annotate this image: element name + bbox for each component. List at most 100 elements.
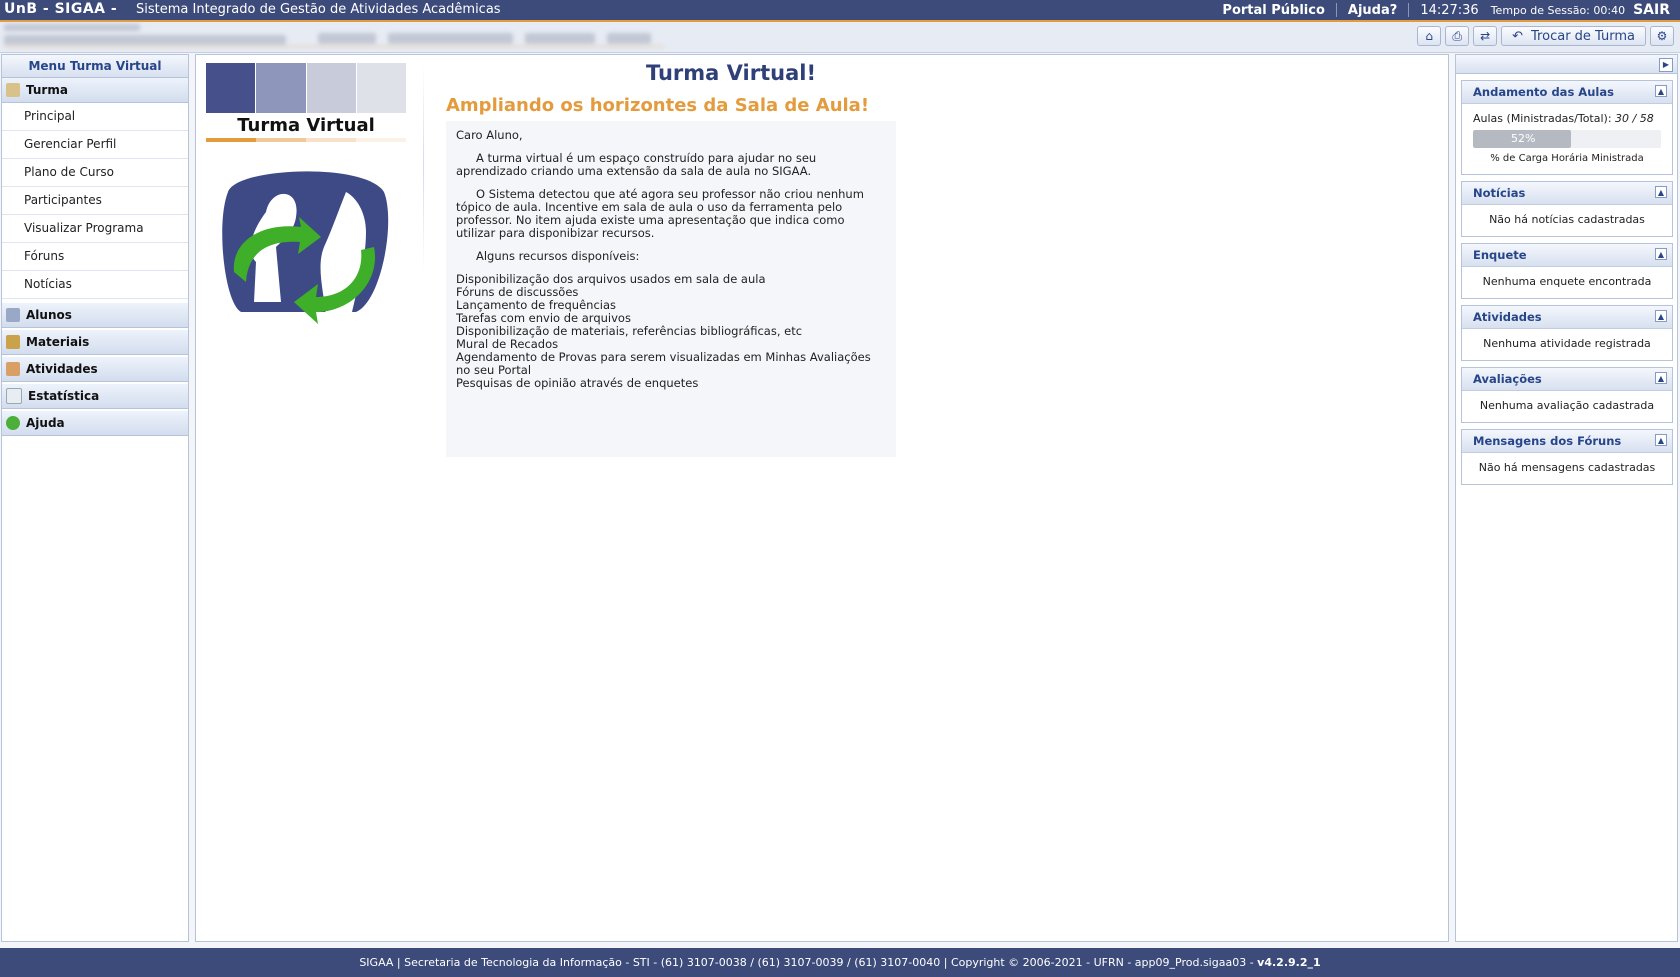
redacted-text	[525, 33, 595, 44]
trocar-turma-button[interactable]: ↶ Trocar de Turma	[1501, 26, 1646, 46]
panel-body: Aulas (Ministradas/Total): 30 / 58 52% %…	[1462, 104, 1672, 174]
progress-bar: 52%	[1473, 130, 1661, 148]
students-icon	[6, 308, 20, 322]
gear-icon: ⚙	[1656, 29, 1668, 43]
list-item: Pesquisas de opinião através de enquetes	[456, 376, 699, 390]
clock: 14:27:36	[1420, 2, 1479, 18]
divider	[1335, 3, 1337, 17]
back-arrow-icon: ↶	[1512, 28, 1524, 44]
message-paragraph: O Sistema detectou que até agora seu pro…	[456, 187, 864, 240]
redacted-text	[607, 33, 651, 44]
list-item: Agendamento de Provas para serem visuali…	[456, 350, 871, 377]
footer-text: SIGAA | Secretaria de Tecnologia da Info…	[359, 956, 1254, 969]
document-chart-icon	[6, 388, 22, 404]
swap-icon: ⇄	[1480, 29, 1491, 43]
trocar-turma-label: Trocar de Turma	[1531, 28, 1635, 44]
aulas-count: 30 / 58	[1615, 112, 1654, 125]
resource-list: Disponibilização dos arquivos usados em …	[456, 273, 886, 390]
help-icon	[6, 416, 20, 430]
clipboard-icon	[6, 362, 20, 376]
right-panel-header: ▶	[1456, 55, 1677, 74]
divider	[423, 63, 424, 273]
print-icon: ⎙	[1452, 28, 1462, 43]
top-bar: UnB - SIGAA - Sistema Integrado de Gestã…	[0, 0, 1680, 22]
menu-section-label: Alunos	[26, 308, 72, 322]
course-info-bar: ⌂ ⎙ ⇄ ↶ Trocar de Turma ⚙	[0, 22, 1680, 53]
logo-square	[256, 63, 306, 113]
panel-body: Não há notícias cadastradas	[1489, 213, 1645, 226]
panel-title: Andamento das Aulas ▲	[1462, 81, 1672, 104]
panel-title: Atividades ▲	[1462, 306, 1672, 329]
welcome-message: Caro Aluno, A turma virtual é um espaço …	[446, 121, 896, 457]
menu-section-atividades[interactable]: Atividades	[2, 357, 188, 382]
progress-percent: 52%	[1511, 132, 1536, 145]
logo-squares	[206, 63, 406, 113]
panel-andamento-aulas: Andamento das Aulas ▲ Aulas (Ministradas…	[1461, 80, 1673, 175]
progress-caption: % de Carga Horária Ministrada	[1490, 153, 1644, 164]
panel-body: Nenhuma atividade registrada	[1483, 337, 1651, 350]
menu-section-label: Ajuda	[26, 416, 65, 430]
top-bar-right: Portal Público Ajuda? 14:27:36 Tempo de …	[1222, 2, 1670, 18]
toolbar: ⌂ ⎙ ⇄ ↶ Trocar de Turma ⚙	[1417, 26, 1674, 46]
panel-mensagens-foruns: Mensagens dos Fóruns ▲ Não há mensagens …	[1461, 429, 1673, 485]
logo-square	[306, 63, 356, 113]
swap-button[interactable]: ⇄	[1473, 26, 1498, 46]
collapse-icon[interactable]: ▲	[1655, 248, 1667, 260]
menu-title: Menu Turma Virtual	[2, 55, 188, 78]
panel-title: Mensagens dos Fóruns ▲	[1462, 430, 1672, 453]
menu-item-participantes[interactable]: Participantes	[2, 187, 188, 215]
greeting: Caro Aluno,	[456, 128, 523, 142]
message-paragraph: A turma virtual é um espaço construído p…	[456, 151, 817, 178]
users-icon	[6, 83, 20, 97]
menu-section-alunos[interactable]: Alunos	[2, 303, 188, 328]
portal-publico-link[interactable]: Portal Público	[1222, 3, 1324, 18]
panel-noticias: Notícias ▲ Não há notícias cadastradas	[1461, 181, 1673, 237]
print-button[interactable]: ⎙	[1445, 26, 1470, 46]
collapse-icon[interactable]: ▲	[1655, 186, 1667, 198]
settings-button[interactable]: ⚙	[1650, 26, 1674, 46]
message-paragraph: Alguns recursos disponíveis:	[476, 249, 640, 263]
menu-section-materiais[interactable]: Materiais	[2, 330, 188, 355]
home-button[interactable]: ⌂	[1417, 26, 1442, 46]
divider	[1408, 3, 1410, 17]
collapse-icon[interactable]: ▲	[1655, 372, 1667, 384]
menu-item-plano-de-curso[interactable]: Plano de Curso	[2, 159, 188, 187]
logo-square	[206, 63, 256, 113]
panel-body: Não há mensagens cadastradas	[1478, 461, 1656, 474]
collapse-icon[interactable]: ▲	[1655, 434, 1667, 446]
redacted-text	[4, 24, 140, 31]
menu-section-turma[interactable]: Turma	[2, 78, 188, 103]
help-link[interactable]: Ajuda?	[1348, 3, 1397, 18]
collapse-panel-button[interactable]: ▶	[1659, 58, 1673, 72]
panel-enquete: Enquete ▲ Nenhuma enquete encontrada	[1461, 243, 1673, 299]
redacted-text	[318, 33, 376, 44]
panel-atividades: Atividades ▲ Nenhuma atividade registrad…	[1461, 305, 1673, 361]
app-version: v4.2.9.2_1	[1257, 956, 1321, 969]
menu-section-label: Turma	[26, 83, 68, 97]
menu-section-ajuda[interactable]: Ajuda	[2, 411, 188, 436]
menu-item-visualizar-programa[interactable]: Visualizar Programa	[2, 215, 188, 243]
redacted-text	[4, 35, 286, 45]
logo-underline	[206, 138, 406, 142]
students-illustration-icon	[222, 171, 389, 324]
menu-item-principal[interactable]: Principal	[2, 103, 188, 131]
menu-item-noticias[interactable]: Notícias	[2, 271, 188, 299]
books-icon	[6, 335, 20, 349]
main-content: Turma Virtual Turma Virtual! Ampliando o…	[195, 54, 1449, 942]
page-subtitle: Ampliando os horizontes da Sala de Aula!	[446, 95, 870, 116]
session-timer: Tempo de Sessão: 00:40	[1490, 3, 1626, 17]
collapse-icon[interactable]: ▲	[1655, 310, 1667, 322]
menu-section-label: Materiais	[26, 335, 90, 349]
logout-link[interactable]: SAIR	[1633, 2, 1670, 18]
menu-item-gerenciar-perfil[interactable]: Gerenciar Perfil	[2, 131, 188, 159]
left-menu: Menu Turma Virtual Turma Principal Geren…	[1, 54, 189, 942]
page-title: Turma Virtual!	[645, 61, 817, 85]
panel-title: Notícias ▲	[1462, 182, 1672, 205]
collapse-icon[interactable]: ▲	[1655, 85, 1667, 97]
menu-item-foruns[interactable]: Fóruns	[2, 243, 188, 271]
aulas-summary: Aulas (Ministradas/Total): 30 / 58	[1473, 112, 1654, 125]
menu-section-label: Estatística	[28, 389, 100, 403]
redacted-text	[388, 33, 513, 44]
app-brand: UnB - SIGAA -	[4, 1, 118, 17]
menu-section-estatistica[interactable]: Estatística	[2, 384, 188, 409]
